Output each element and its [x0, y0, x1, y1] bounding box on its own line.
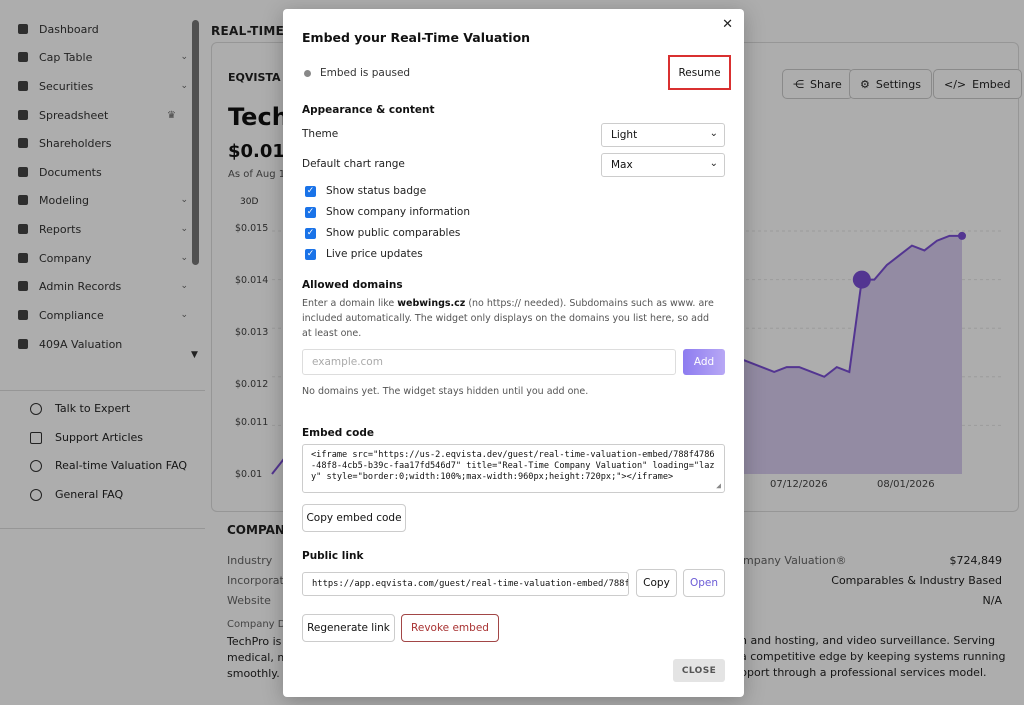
- checkbox-checked-icon[interactable]: ✓: [305, 185, 316, 197]
- embed-code-title: Embed code: [302, 427, 374, 439]
- theme-label: Theme: [302, 128, 339, 140]
- checkbox-checked-icon[interactable]: ✓: [305, 206, 316, 218]
- regenerate-link-button[interactable]: Regenerate link: [302, 614, 395, 642]
- copy-link-button[interactable]: Copy: [636, 569, 677, 597]
- resume-button[interactable]: Resume: [668, 55, 731, 90]
- public-link-title: Public link: [302, 550, 364, 562]
- open-link-button[interactable]: Open: [683, 569, 725, 597]
- close-button[interactable]: CLOSE: [673, 659, 725, 682]
- chevron-down-icon: ⌄: [709, 128, 718, 139]
- copy-embed-code-button[interactable]: Copy embed code: [302, 504, 406, 532]
- chart-range-label: Default chart range: [302, 158, 405, 170]
- resize-handle-icon[interactable]: ◢: [716, 480, 721, 491]
- chevron-down-icon: ⌄: [709, 158, 718, 169]
- checkbox-public-comparables[interactable]: ✓ Show public comparables: [305, 227, 460, 239]
- public-link-field[interactable]: https://app.eqvista.com/guest/real-time-…: [302, 572, 629, 596]
- checkbox-company-info[interactable]: ✓ Show company information: [305, 206, 470, 218]
- revoke-embed-button[interactable]: Revoke embed: [401, 614, 499, 642]
- no-domains-text: No domains yet. The widget stays hidden …: [302, 386, 589, 397]
- embed-status: Embed is paused: [304, 67, 410, 79]
- theme-select[interactable]: Light ⌄: [601, 123, 725, 147]
- checkbox-checked-icon[interactable]: ✓: [305, 227, 316, 239]
- embed-modal: ✕ Embed your Real-Time Valuation Embed i…: [283, 9, 744, 697]
- checkbox-status-badge[interactable]: ✓ Show status badge: [305, 185, 426, 197]
- appearance-section-title: Appearance & content: [302, 104, 435, 116]
- checkbox-checked-icon[interactable]: ✓: [305, 248, 316, 260]
- domains-section-title: Allowed domains: [302, 279, 403, 291]
- domains-help-text: Enter a domain like webwings.cz (no http…: [302, 298, 714, 339]
- checkbox-live-updates[interactable]: ✓ Live price updates: [305, 248, 423, 260]
- modal-title: Embed your Real-Time Valuation: [302, 30, 531, 45]
- domain-input[interactable]: example.com: [302, 349, 676, 375]
- chart-range-select[interactable]: Max ⌄: [601, 153, 725, 177]
- embed-code-textarea[interactable]: <iframe src="https://us-2.eqvista.dev/gu…: [302, 444, 725, 493]
- status-dot: [304, 69, 311, 77]
- close-icon[interactable]: ✕: [722, 17, 733, 32]
- add-domain-button[interactable]: Add: [683, 349, 725, 375]
